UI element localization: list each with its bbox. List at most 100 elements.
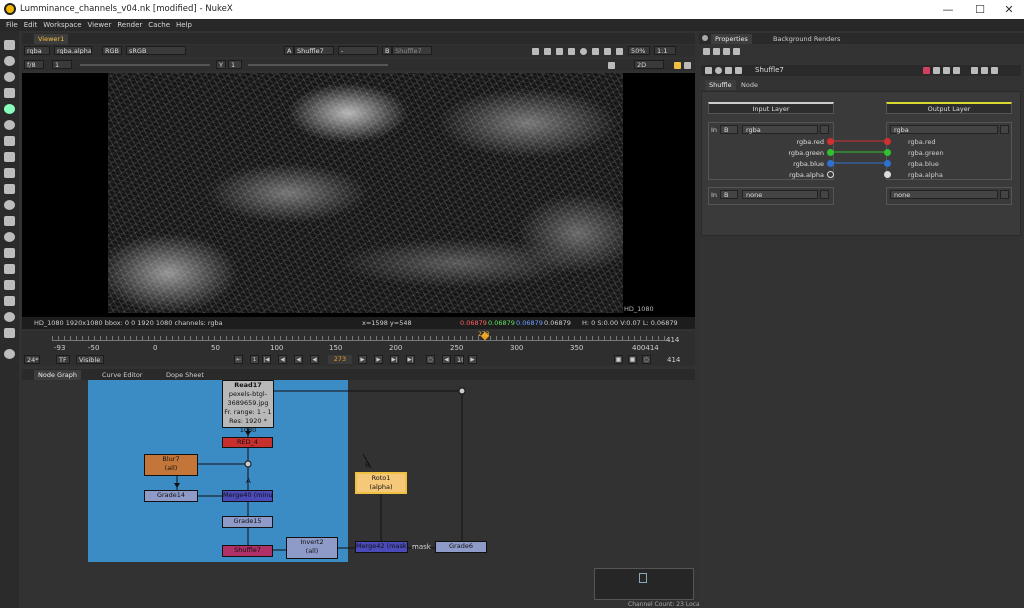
color-tool-icon[interactable] — [4, 104, 15, 114]
out-blue-socket[interactable] — [884, 160, 891, 167]
out2-extra-button[interactable] — [1000, 190, 1009, 199]
float-icon[interactable] — [953, 67, 960, 74]
3d-tool-icon[interactable] — [4, 184, 15, 194]
undo-icon[interactable] — [923, 67, 930, 74]
timeline[interactable]: 273 -93 -50 0 50 100 150 200 250 300 350… — [22, 331, 695, 353]
play-icon[interactable]: ▶ — [358, 355, 367, 364]
step-forward-icon[interactable]: ▶ — [468, 355, 477, 364]
scale-icon[interactable] — [616, 48, 623, 55]
grade14-node[interactable]: Grade14 — [144, 490, 198, 502]
tab-properties[interactable]: Properties — [711, 34, 752, 44]
out-layer-dropdown[interactable]: rgba — [890, 125, 998, 134]
furnace-tool-icon[interactable] — [4, 280, 15, 290]
refresh-icon[interactable] — [580, 48, 587, 55]
transform-tool-icon[interactable] — [4, 168, 15, 178]
in2-layer-dropdown[interactable]: none — [742, 190, 818, 199]
camera-icon[interactable] — [604, 48, 611, 55]
menu-viewer[interactable]: Viewer — [88, 19, 112, 31]
lock-icon[interactable] — [713, 48, 720, 55]
node-graph[interactable]: Read17 pexels-btgl-3689659.jpg Fr. range… — [22, 380, 695, 600]
proxy-icon[interactable] — [544, 48, 551, 55]
views-tool-icon[interactable] — [4, 200, 15, 210]
node-icon[interactable] — [715, 67, 722, 74]
next-key-icon[interactable]: ▶| — [390, 355, 399, 364]
menu-edit[interactable]: Edit — [24, 19, 38, 31]
roto1-node[interactable]: Roto1 (alpha) — [355, 472, 407, 494]
pencil-icon[interactable] — [733, 48, 740, 55]
float-panel-icon[interactable] — [981, 67, 988, 74]
fstop-dropdown[interactable]: f/8 — [24, 60, 44, 69]
maximize-button[interactable]: ☐ — [966, 2, 994, 17]
gain-field[interactable]: 1 — [52, 60, 72, 69]
start-frame[interactable]: 1 — [250, 355, 259, 364]
invert2-node[interactable]: Invert2 (all) — [286, 537, 338, 559]
cache-icon[interactable]: ○ — [642, 355, 651, 364]
channel-tool-icon[interactable] — [4, 88, 15, 98]
in-point-icon[interactable]: ⇤ — [234, 355, 243, 364]
close-panel-icon[interactable] — [991, 67, 998, 74]
tab-curve-editor[interactable]: Curve Editor — [98, 370, 146, 380]
in-index-dropdown[interactable]: B — [720, 125, 738, 134]
gamma-field[interactable]: 1 — [228, 60, 242, 69]
minimap[interactable] — [594, 568, 694, 600]
tab-background-renders[interactable]: Background Renders — [769, 34, 844, 44]
first-frame-icon[interactable]: |◀ — [262, 355, 271, 364]
in-extra-button[interactable] — [820, 125, 829, 134]
tab-node-graph[interactable]: Node Graph — [34, 370, 81, 380]
ab-mode-dropdown[interactable]: - — [338, 46, 378, 55]
color-icon[interactable] — [725, 67, 732, 74]
roi-icon[interactable] — [532, 48, 539, 55]
in2-extra-button[interactable] — [820, 190, 829, 199]
next-frame-icon[interactable]: ▶ — [374, 355, 383, 364]
wipe-icon[interactable] — [684, 62, 691, 69]
lut-dropdown[interactable]: sRGB — [126, 46, 186, 55]
audio-icon[interactable]: ■ — [628, 355, 637, 364]
menu-cache[interactable]: Cache — [148, 19, 170, 31]
paint-icon[interactable] — [674, 62, 681, 69]
metadata-tool-icon[interactable] — [4, 216, 15, 226]
fps-dropdown[interactable]: 24* — [24, 355, 40, 364]
view-mode-dropdown[interactable]: 2D — [634, 60, 664, 69]
prev-frame-icon[interactable]: ◀ — [294, 355, 303, 364]
time-tool-icon[interactable] — [4, 72, 15, 82]
frame-field[interactable]: 273 — [328, 355, 352, 364]
gain-icon[interactable] — [556, 48, 563, 55]
merge40-node[interactable]: Merge40 (minus) — [222, 490, 273, 502]
red4-node[interactable]: RED_4 — [222, 437, 273, 448]
node-name-field[interactable]: Shuffle7 — [755, 66, 915, 75]
merge42-node[interactable]: Merge42 (mask) — [355, 541, 408, 553]
merge-tool-icon[interactable] — [4, 152, 15, 162]
step-field[interactable]: 10 — [454, 355, 464, 364]
last-frame-icon[interactable]: ▶| — [406, 355, 415, 364]
color2-icon[interactable] — [735, 67, 742, 74]
settings-tool-icon[interactable] — [4, 349, 15, 359]
toolsets-tool-icon[interactable] — [4, 248, 15, 258]
flipbook-icon[interactable]: ■ — [614, 355, 623, 364]
max-panels-icon[interactable] — [703, 48, 710, 55]
other-tool-icon[interactable] — [4, 264, 15, 274]
out-red-socket[interactable] — [884, 138, 891, 145]
blur7-node[interactable]: Blur7 (all) — [144, 454, 198, 476]
zoom-dropdown[interactable]: 50% — [628, 46, 650, 55]
ocula-tool-icon[interactable] — [4, 296, 15, 306]
tab-dope-sheet[interactable]: Dope Sheet — [162, 370, 208, 380]
filter-tool-icon[interactable] — [4, 120, 15, 130]
loop-icon[interactable]: ○ — [426, 355, 435, 364]
pause-icon[interactable] — [592, 48, 599, 55]
draw-tool-icon[interactable] — [4, 56, 15, 66]
clear-icon[interactable] — [723, 48, 730, 55]
pixel-ratio-dropdown[interactable]: 1:1 — [654, 46, 676, 55]
step-back-icon[interactable]: ◀ — [442, 355, 451, 364]
menu-render[interactable]: Render — [117, 19, 142, 31]
revert-icon[interactable] — [943, 67, 950, 74]
out-extra-button[interactable] — [1000, 125, 1009, 134]
grade15-node[interactable]: Grade15 — [222, 516, 273, 528]
particles-tool-icon[interactable] — [4, 232, 15, 242]
in-layer-dropdown[interactable]: rgba — [742, 125, 818, 134]
out-alpha-socket[interactable] — [884, 171, 891, 178]
collapse-icon[interactable] — [705, 67, 712, 74]
menu-file[interactable]: File — [6, 19, 18, 31]
shuffle7-node[interactable]: Shuffle7 — [222, 545, 273, 557]
out-green-socket[interactable] — [884, 149, 891, 156]
menu-help[interactable]: Help — [176, 19, 192, 31]
